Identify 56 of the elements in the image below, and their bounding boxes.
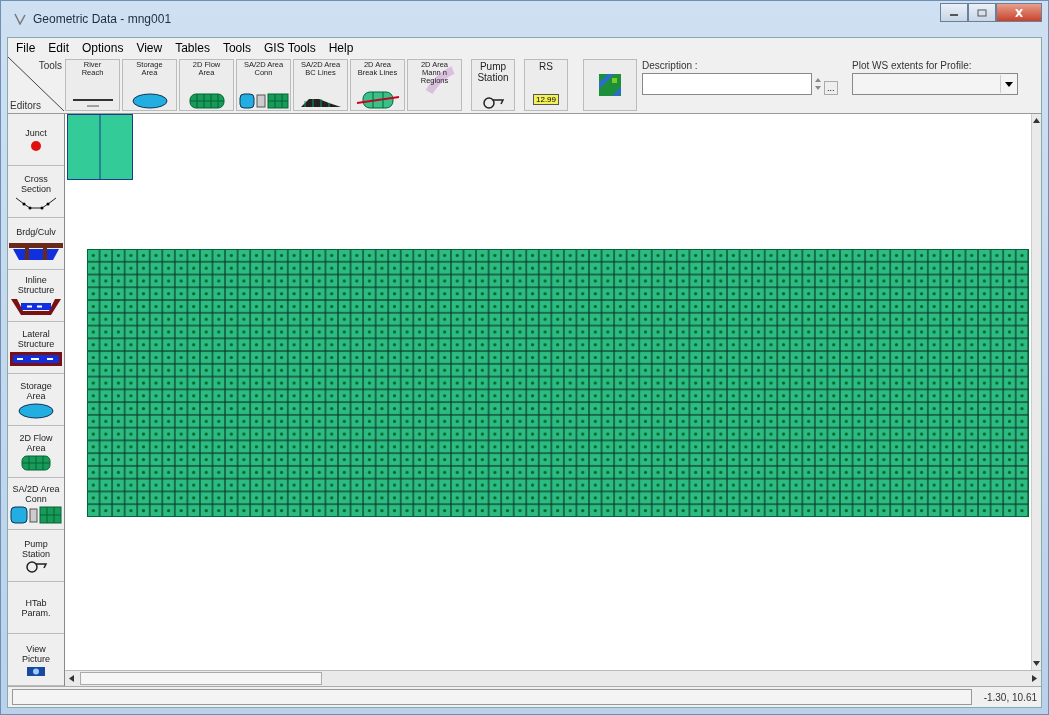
maximize-icon — [977, 8, 987, 17]
lateral-structure-icon — [9, 350, 63, 367]
scroll-left-icon — [69, 675, 74, 682]
toolbar-button[interactable] — [583, 59, 637, 111]
maximize-button[interactable] — [968, 3, 996, 22]
spin-arrows-icon — [814, 76, 822, 92]
geometry-canvas[interactable] — [65, 114, 1031, 670]
menu-item[interactable]: File — [16, 40, 36, 55]
tools-label: Tools — [38, 60, 62, 71]
pump-icon — [24, 560, 48, 573]
menu-item[interactable]: Tools — [222, 40, 251, 55]
vertical-scrollbar[interactable] — [1031, 114, 1041, 670]
description-field[interactable] — [642, 73, 812, 95]
editors-label: Editors — [10, 100, 42, 111]
reach-line-icon — [70, 97, 115, 109]
profile-label: Plot WS extents for Profile: — [852, 60, 973, 71]
storage-area-icon — [131, 93, 168, 109]
inline-structure-icon — [9, 296, 63, 317]
junction-dot-icon — [30, 139, 42, 152]
menu-item[interactable]: Edit — [48, 40, 70, 55]
menu-item[interactable]: Options — [82, 40, 124, 55]
toolbar-button[interactable]: RS 12.99 — [524, 59, 568, 111]
mesh-area-icon — [188, 93, 225, 109]
toolbar-button[interactable]: Pump Station — [471, 59, 515, 111]
connection-icon — [238, 93, 289, 109]
pump-icon — [481, 97, 505, 109]
map-icon — [598, 73, 622, 97]
break-line-icon — [354, 91, 401, 109]
mesh-area-icon — [21, 454, 51, 471]
connection-icon — [10, 505, 62, 524]
app-icon — [13, 12, 27, 26]
scroll-up-icon — [1033, 118, 1040, 123]
close-button[interactable] — [996, 3, 1042, 22]
spin-control[interactable] — [814, 76, 822, 92]
diagonal-line — [8, 57, 64, 111]
scroll-thumb[interactable] — [80, 672, 322, 685]
close-icon — [1014, 8, 1024, 17]
description-label: Description : — [642, 60, 699, 71]
camera-icon — [27, 665, 45, 676]
menu-item[interactable]: Help — [328, 40, 354, 55]
profile-dropdown[interactable] — [852, 73, 1018, 95]
storage-area-cells — [67, 114, 133, 180]
dropdown-arrow-icon — [1005, 81, 1013, 87]
river-station-tag: 12.99 — [533, 94, 559, 105]
scroll-down-icon — [1033, 661, 1040, 666]
window-title: Geometric Data - mng001 — [33, 12, 172, 26]
menu-item[interactable]: View — [136, 40, 163, 55]
minimize-button[interactable] — [940, 3, 968, 22]
horizontal-scrollbar[interactable] — [65, 670, 1041, 686]
menu-item[interactable]: GIS Tools — [263, 40, 316, 55]
scroll-right-icon — [1032, 675, 1037, 682]
coordinates-text: -1.30, 10.61 — [983, 691, 1037, 703]
storage-area-icon — [18, 402, 54, 419]
more-button[interactable]: ... — [824, 81, 838, 95]
menu-item[interactable]: Tables — [175, 40, 210, 55]
cross-section-icon — [14, 195, 58, 210]
